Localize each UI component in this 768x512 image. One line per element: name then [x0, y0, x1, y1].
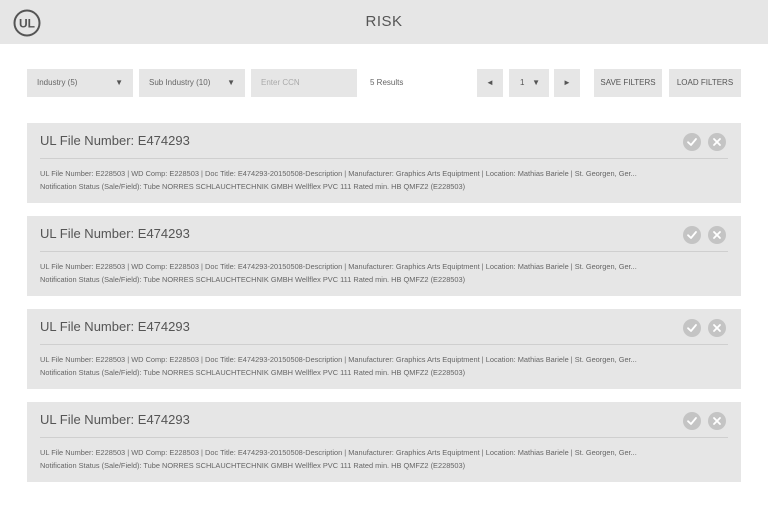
result-card-title: UL File Number: E474293 [40, 133, 190, 148]
x-icon [713, 138, 721, 146]
sub-industry-dropdown[interactable]: Sub Industry (10) ▼ [139, 69, 245, 97]
check-icon [687, 324, 697, 332]
page-select[interactable]: 1 ▼ [509, 69, 549, 97]
result-details: UL File Number: E228503 | WD Comp: E2285… [40, 355, 637, 364]
reject-button[interactable] [708, 319, 726, 337]
check-icon [687, 231, 697, 239]
load-filters-button[interactable]: LOAD FILTERS [669, 69, 741, 97]
result-notification-status: Notification Status (Sale/Field): Tube N… [40, 275, 466, 284]
check-icon [687, 417, 697, 425]
result-card-title: UL File Number: E474293 [40, 226, 190, 241]
card-divider [40, 344, 728, 345]
approve-button[interactable] [683, 319, 701, 337]
reject-button[interactable] [708, 412, 726, 430]
result-card: UL File Number: E474293 UL File Number: … [27, 309, 741, 389]
header-bar: UL RISK [0, 0, 768, 44]
result-notification-status: Notification Status (Sale/Field): Tube N… [40, 461, 466, 470]
triangle-down-icon: ▼ [115, 78, 123, 87]
card-divider [40, 437, 728, 438]
approve-button[interactable] [683, 412, 701, 430]
reject-button[interactable] [708, 226, 726, 244]
industry-dropdown-label: Industry (5) [37, 78, 78, 87]
result-card: UL File Number: E474293 UL File Number: … [27, 216, 741, 296]
prev-page-button[interactable]: ◄ [477, 69, 503, 97]
x-icon [713, 231, 721, 239]
check-icon [687, 138, 697, 146]
card-divider [40, 251, 728, 252]
x-icon [713, 324, 721, 332]
x-icon [713, 417, 721, 425]
card-divider [40, 158, 728, 159]
results-count: 5 Results [370, 78, 404, 87]
triangle-down-icon: ▼ [227, 78, 235, 87]
result-notification-status: Notification Status (Sale/Field): Tube N… [40, 368, 466, 377]
page-select-value: 1 [520, 78, 525, 87]
ccn-input[interactable] [251, 69, 357, 97]
result-card-title: UL File Number: E474293 [40, 412, 190, 427]
triangle-left-icon: ◄ [486, 78, 494, 87]
approve-button[interactable] [683, 226, 701, 244]
triangle-down-icon: ▼ [532, 78, 540, 87]
result-details: UL File Number: E228503 | WD Comp: E2285… [40, 262, 637, 271]
next-page-button[interactable]: ► [554, 69, 580, 97]
sub-industry-dropdown-label: Sub Industry (10) [149, 78, 211, 87]
page-title: RISK [365, 13, 403, 30]
result-card: UL File Number: E474293 UL File Number: … [27, 402, 741, 482]
save-filters-button[interactable]: SAVE FILTERS [594, 69, 662, 97]
result-details: UL File Number: E228503 | WD Comp: E2285… [40, 169, 637, 178]
result-card-title: UL File Number: E474293 [40, 319, 190, 334]
result-card: UL File Number: E474293 UL File Number: … [27, 123, 741, 203]
result-details: UL File Number: E228503 | WD Comp: E2285… [40, 448, 637, 457]
industry-dropdown[interactable]: Industry (5) ▼ [27, 69, 133, 97]
triangle-right-icon: ► [563, 78, 571, 87]
approve-button[interactable] [683, 133, 701, 151]
result-notification-status: Notification Status (Sale/Field): Tube N… [40, 182, 466, 191]
reject-button[interactable] [708, 133, 726, 151]
